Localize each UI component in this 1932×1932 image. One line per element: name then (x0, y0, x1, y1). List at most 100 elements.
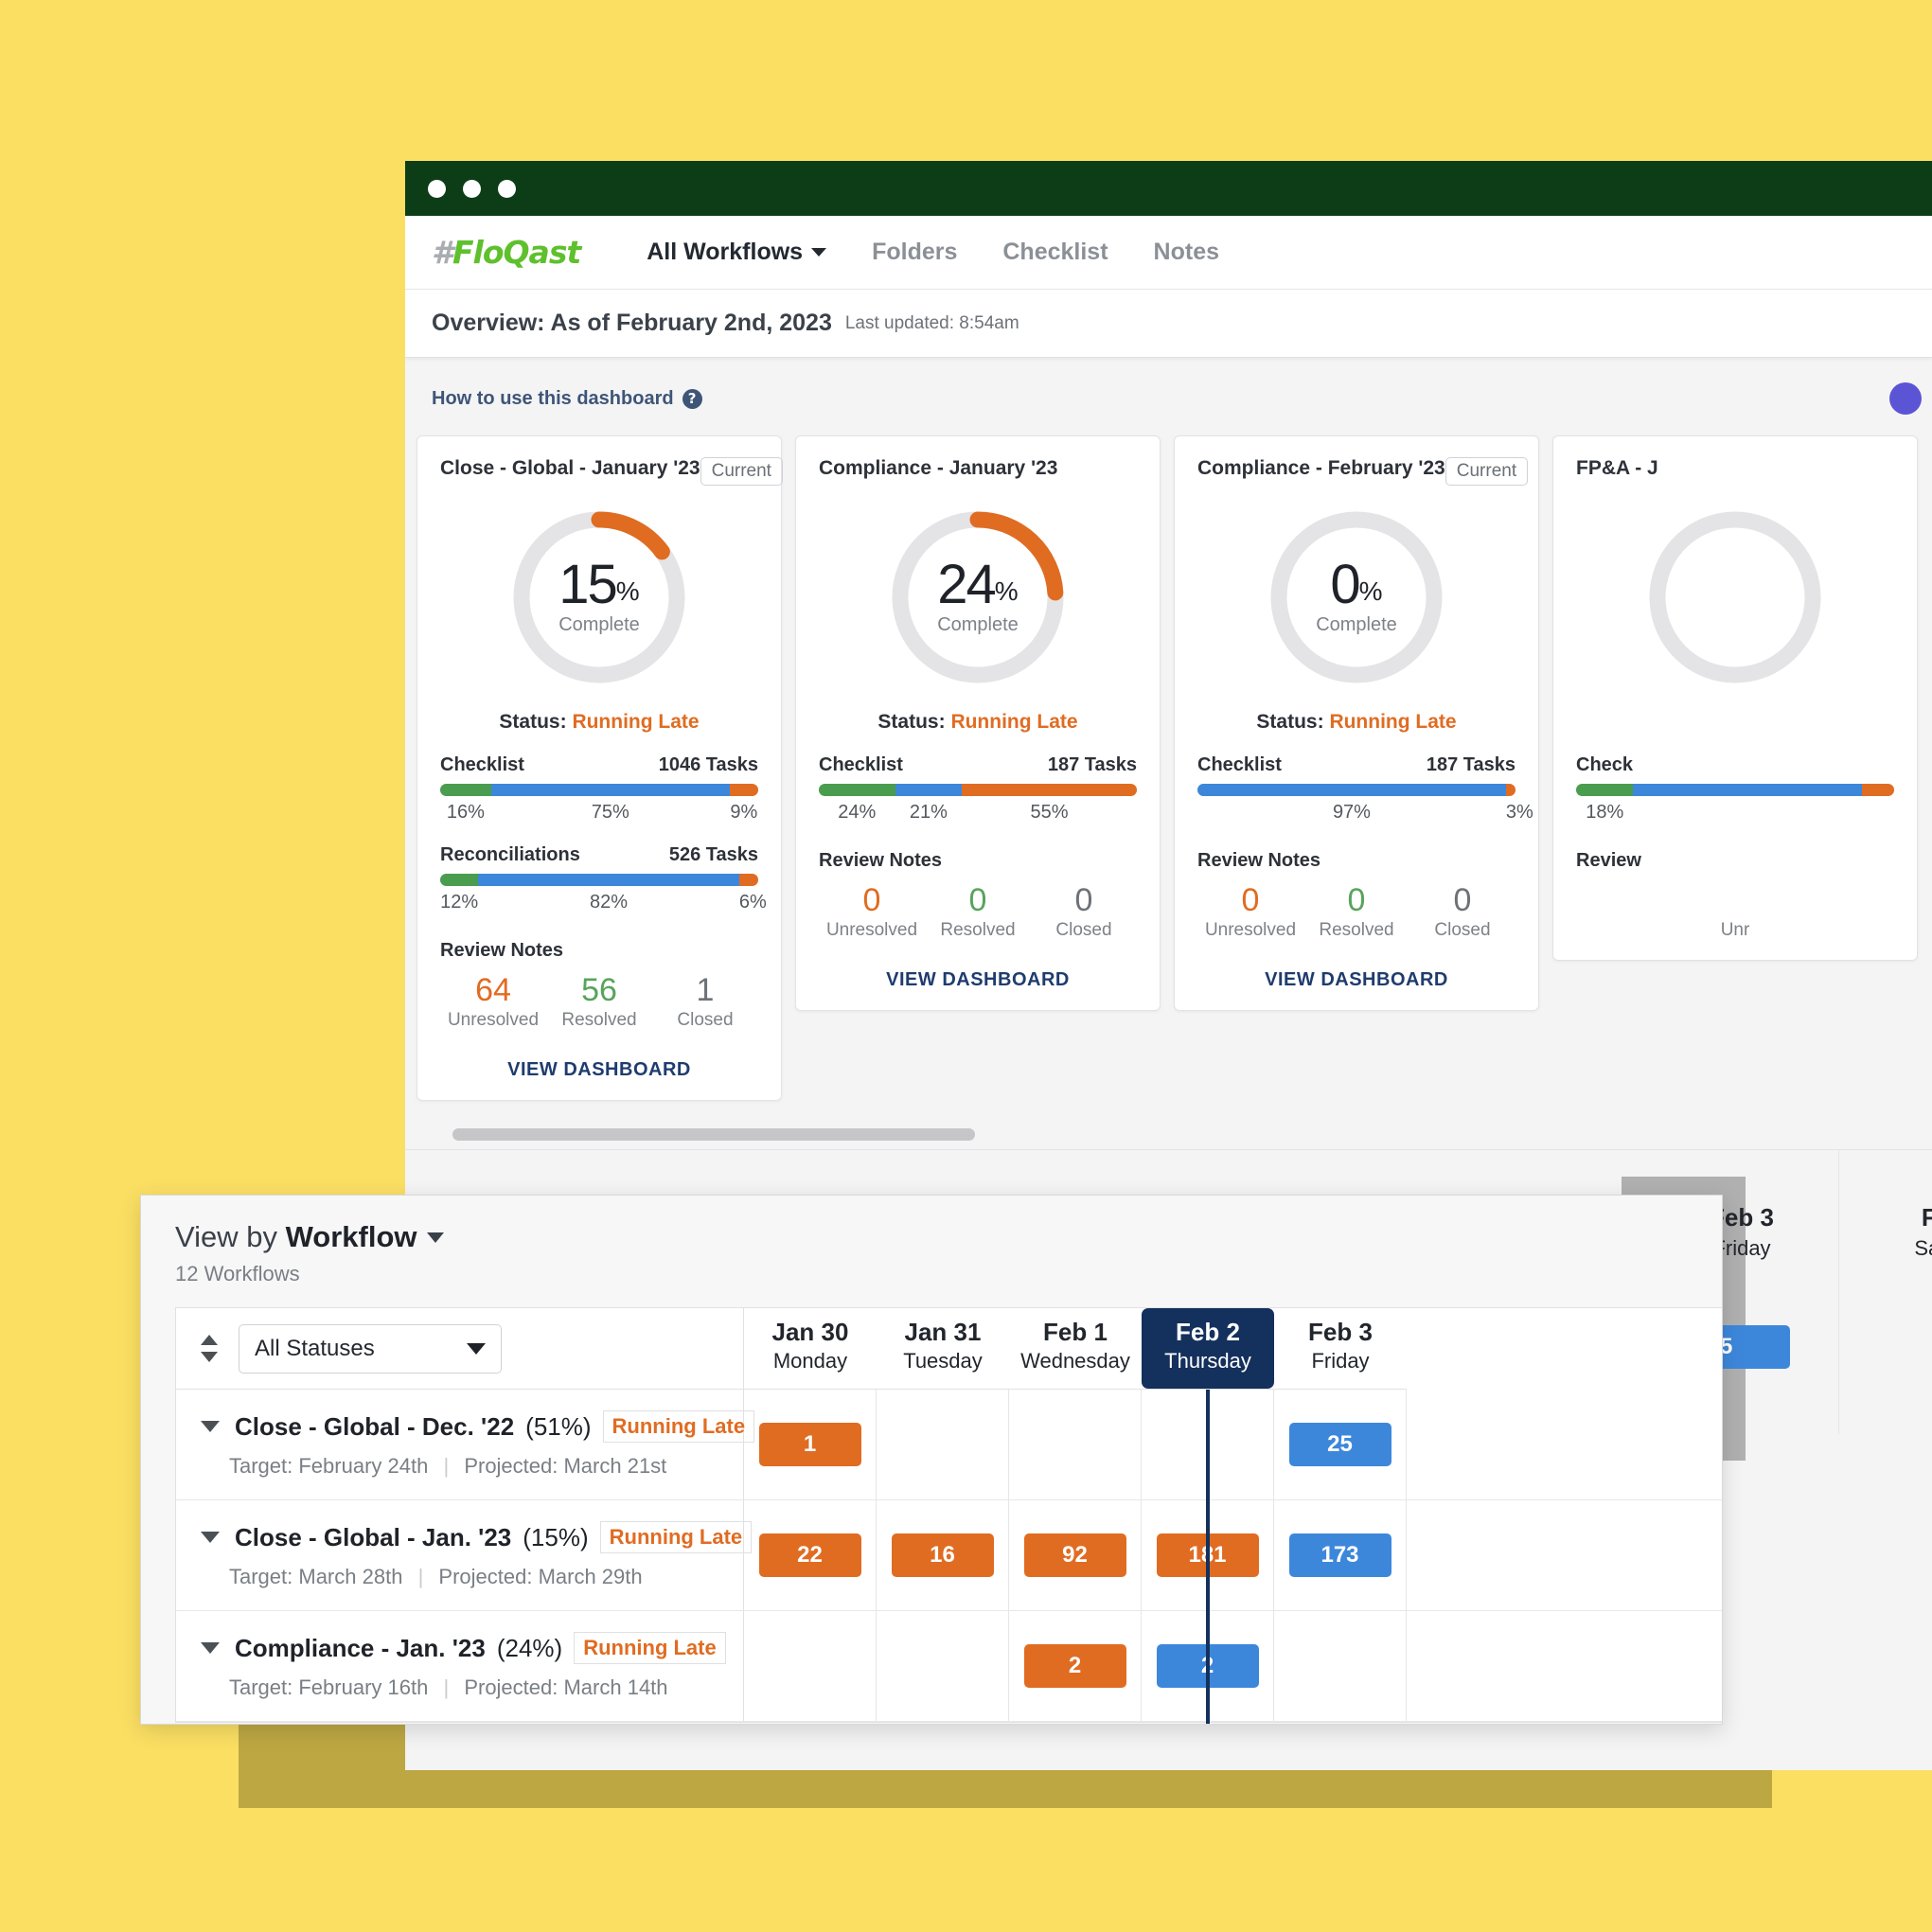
task-count-chip[interactable]: 16 (891, 1533, 994, 1577)
progress-segment-blue (895, 784, 963, 796)
day-date: Feb 1 (1043, 1318, 1108, 1346)
progress-segment-orange (1505, 784, 1515, 796)
task-count-chip[interactable]: 22 (758, 1533, 861, 1577)
nav-item-folders[interactable]: Folders (849, 239, 980, 266)
metric-header: Checklist 187 Tasks (819, 754, 1137, 776)
filter-column: All Statuses (176, 1308, 744, 1390)
how-to-use-dashboard-link[interactable]: How to use this dashboard ? (432, 388, 702, 410)
percent-symbol: % (615, 576, 640, 606)
timeline-cell[interactable] (1009, 1390, 1142, 1499)
review-note-clos: 1 Closed (652, 972, 758, 1031)
view-dashboard-button[interactable]: VIEW DASHBOARD (1197, 969, 1515, 991)
workflow-info: Compliance - Jan. '23 (24%) Running Late… (176, 1611, 744, 1721)
donut-center-label: 15% Complete (506, 505, 692, 690)
day-weekday: Tuesday (903, 1349, 983, 1373)
workflow-table-row[interactable]: Compliance - Jan. '23 (24%) Running Late… (176, 1611, 1722, 1722)
timeline-cell[interactable]: 92 (1009, 1500, 1142, 1610)
window-dot-minimize[interactable] (463, 179, 481, 198)
task-count-chip[interactable]: 173 (1288, 1533, 1391, 1577)
workflow-card[interactable]: Compliance - January '23 24% Complete St… (795, 435, 1161, 1012)
review-note-label: Closed (1055, 920, 1112, 941)
review-notes-row: 0 Unresolved 0 Resolved 0 Closed (819, 882, 1137, 941)
timeline-cell[interactable]: 2 (1142, 1611, 1274, 1721)
chevron-down-icon[interactable] (201, 1532, 220, 1543)
workflow-table-header-row: All Statuses Jan 30 Monday Jan 31 Tuesday… (176, 1308, 1722, 1390)
task-count-chip[interactable]: 2 (1023, 1644, 1126, 1688)
task-count-chip[interactable]: 181 (1156, 1533, 1259, 1577)
workflow-card-partial[interactable]: FP&A - J Check 18% Review Unr (1552, 435, 1918, 962)
date-divider: | (443, 1675, 450, 1699)
workflow-table: All Statuses Jan 30 Monday Jan 31 Tuesday… (175, 1307, 1722, 1724)
progress-segment-label: 12% (440, 892, 479, 913)
review-note-unres: 0 Unresolved (819, 882, 925, 941)
workflow-card-strip[interactable]: Close - Global - January '23 Current 15%… (405, 415, 1932, 1102)
timeline-cell[interactable]: 2 (1009, 1611, 1142, 1721)
day-header-feb-1[interactable]: Feb 1 Wednesday (1009, 1308, 1142, 1389)
workflow-status-badge: Running Late (599, 1521, 753, 1553)
nav-item-checklist[interactable]: Checklist (980, 239, 1130, 266)
metric-checklist: Check 18% (1576, 754, 1894, 824)
workflow-card[interactable]: Compliance - February '23 Current 0% Com… (1174, 435, 1539, 1012)
day-header-jan-30[interactable]: Jan 30 Monday (744, 1308, 877, 1389)
logo-hash: # (432, 234, 453, 271)
status-filter-select[interactable]: All Statuses (239, 1323, 502, 1374)
background-day-weekday: Satu (1914, 1236, 1932, 1261)
day-header-feb-3[interactable]: Feb 3 Friday (1274, 1308, 1407, 1389)
help-circle-icon[interactable]: ? (682, 388, 702, 409)
scrollbar-thumb[interactable] (452, 1128, 975, 1142)
progress-segment-green (1576, 784, 1634, 796)
day-header-jan-31[interactable]: Jan 31 Tuesday (877, 1308, 1009, 1389)
timeline-cell[interactable] (1142, 1390, 1274, 1499)
metric-task-count: 187 Tasks (1047, 754, 1137, 775)
progress-bar (440, 874, 758, 886)
purple-indicator-dot[interactable] (1889, 382, 1922, 415)
review-notes-row: 0 Unresolved 0 Resolved 0 Closed (1197, 882, 1515, 941)
day-header-feb-2[interactable]: Feb 2 Thursday (1142, 1308, 1274, 1389)
donut-chart-wrap: 0% Complete (1197, 505, 1515, 690)
task-count-chip[interactable]: 1 (758, 1423, 861, 1466)
window-dot-close[interactable] (428, 179, 446, 198)
view-dashboard-button[interactable]: VIEW DASHBOARD (440, 1059, 758, 1081)
timeline-cell[interactable] (744, 1611, 877, 1721)
percent-symbol: % (1358, 576, 1383, 606)
timeline-cell[interactable]: 1 (744, 1390, 877, 1499)
timeline-cell[interactable]: 22 (744, 1500, 877, 1610)
task-count-chip[interactable]: 25 (1288, 1423, 1391, 1466)
review-note-label: Resolved (940, 920, 1016, 941)
timeline-cell[interactable]: 16 (877, 1500, 1009, 1610)
review-note-res: 56 Resolved (546, 972, 652, 1031)
progress-bar (1197, 784, 1515, 796)
workflow-target-date: Target: February 16th (229, 1675, 429, 1699)
workflow-table-row[interactable]: Close - Global - Jan. '23 (15%) Running … (176, 1500, 1722, 1611)
status-badge-current: Current (1445, 457, 1529, 486)
cards-horizontal-scrollbar[interactable] (405, 1122, 1932, 1151)
day-date: Feb 2 (1176, 1318, 1240, 1346)
day-weekday: Wednesday (1020, 1349, 1130, 1373)
window-dot-maximize[interactable] (498, 179, 516, 198)
view-by-selector[interactable]: View by Workflow (175, 1220, 1722, 1254)
chevron-down-icon[interactable] (201, 1642, 220, 1654)
workflow-table-row[interactable]: Close - Global - Dec. '22 (51%) Running … (176, 1390, 1722, 1500)
last-updated-text: Last updated: 8:54am (844, 312, 1019, 333)
timeline-cell[interactable]: 181 (1142, 1500, 1274, 1610)
timeline-cell[interactable] (877, 1390, 1009, 1499)
task-count-chip[interactable]: 2 (1156, 1644, 1259, 1688)
floqast-logo[interactable]: #FloQast (432, 234, 581, 271)
progress-bar-legend: 12% 82% 6% (440, 892, 767, 913)
date-divider: | (417, 1565, 424, 1588)
sort-up-arrow (201, 1335, 218, 1345)
timeline-cell[interactable] (1274, 1611, 1407, 1721)
nav-item-all-workflows[interactable]: All Workflows (624, 239, 849, 266)
timeline-cell[interactable] (877, 1611, 1009, 1721)
timeline-cell[interactable]: 25 (1274, 1390, 1407, 1499)
timeline-cell[interactable]: 173 (1274, 1500, 1407, 1610)
chevron-down-icon[interactable] (201, 1421, 220, 1432)
nav-item-notes[interactable]: Notes (1131, 239, 1242, 266)
sort-updown-icon[interactable] (201, 1335, 218, 1362)
workflow-card[interactable]: Close - Global - January '23 Current 15%… (417, 435, 783, 1102)
progress-segment-blue (478, 874, 739, 886)
progress-segment-label: 97% (1332, 802, 1371, 823)
review-note-label: Resolved (1319, 920, 1394, 941)
task-count-chip[interactable]: 92 (1023, 1533, 1126, 1577)
view-dashboard-button[interactable]: VIEW DASHBOARD (819, 969, 1137, 991)
